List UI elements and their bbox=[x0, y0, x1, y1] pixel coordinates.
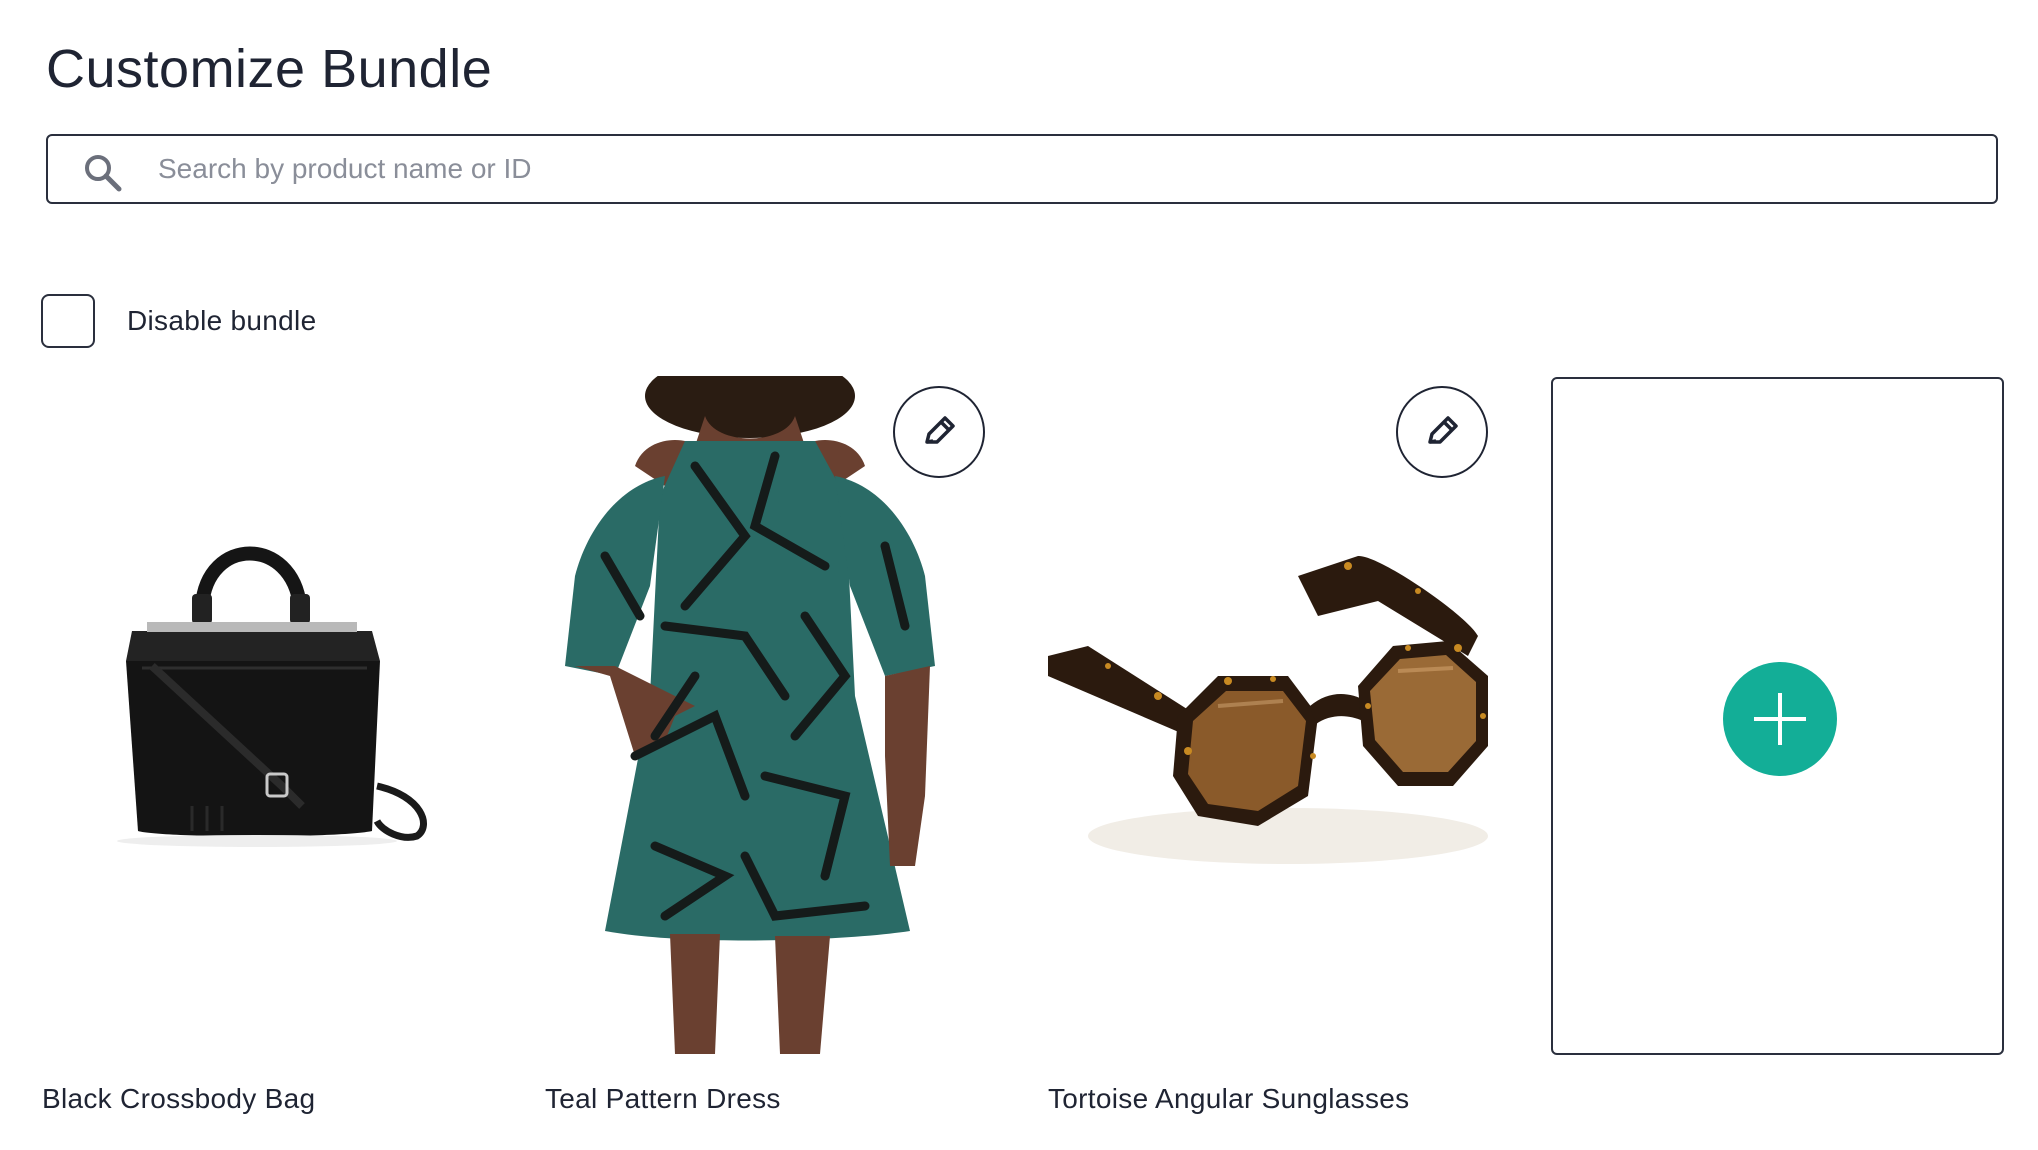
pencil-icon bbox=[925, 416, 955, 444]
black-crossbody-bag-image bbox=[42, 376, 497, 1054]
edit-dress-button[interactable] bbox=[893, 386, 985, 478]
add-product-tile[interactable] bbox=[1551, 377, 2004, 1055]
disable-bundle-checkbox[interactable] bbox=[41, 294, 95, 348]
search-input[interactable] bbox=[148, 136, 1968, 202]
plus-icon bbox=[1754, 693, 1806, 745]
edit-sunglasses-button[interactable] bbox=[1396, 386, 1488, 478]
disable-bundle-row[interactable]: Disable bundle bbox=[41, 294, 316, 348]
pencil-icon bbox=[1428, 416, 1458, 444]
disable-bundle-label: Disable bundle bbox=[127, 305, 317, 336]
search-icon bbox=[85, 155, 122, 192]
teal-pattern-dress-image bbox=[545, 376, 1000, 1054]
product-name-sunglasses: Tortoise Angular Sunglasses bbox=[1048, 1083, 1410, 1114]
product-card-bag[interactable] bbox=[42, 376, 497, 1054]
product-card-dress[interactable] bbox=[545, 376, 1000, 1054]
customize-bundle-page: Customize Bundle Disable bundle bbox=[0, 0, 2038, 1150]
tortoise-sunglasses-image bbox=[1048, 376, 1503, 1054]
search-box[interactable] bbox=[46, 134, 1998, 204]
product-name-dress: Teal Pattern Dress bbox=[545, 1083, 781, 1114]
add-product-button[interactable] bbox=[1723, 662, 1837, 776]
product-card-sunglasses[interactable] bbox=[1048, 376, 1503, 1054]
product-name-bag: Black Crossbody Bag bbox=[42, 1083, 316, 1114]
page-title: Customize Bundle bbox=[46, 39, 493, 99]
